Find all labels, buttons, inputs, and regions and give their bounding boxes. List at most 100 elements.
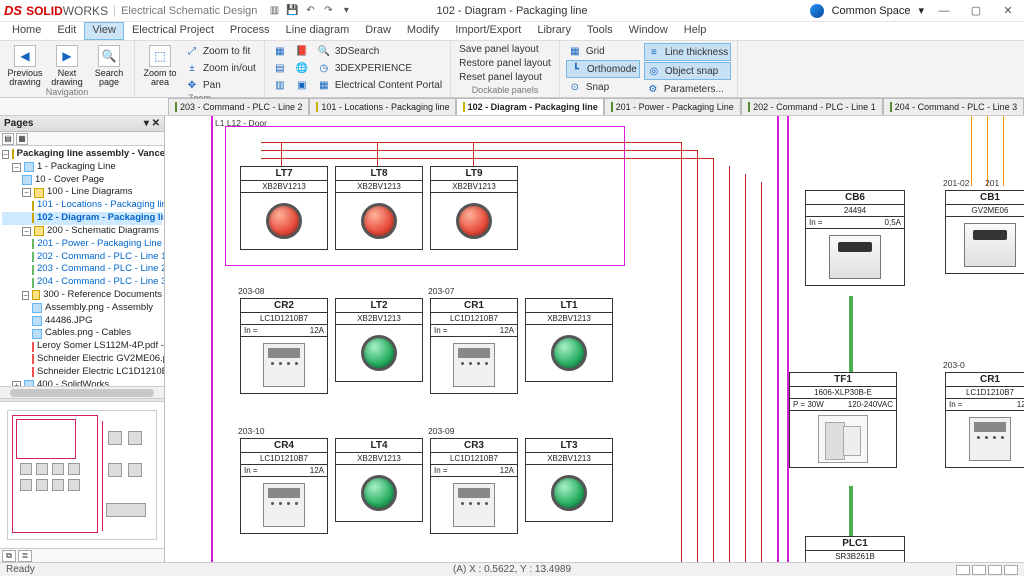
- component-cr1-right[interactable]: CR1 LC1D1210B7 In =12A: [945, 372, 1024, 468]
- pane-menu-icon[interactable]: ▾ ✕: [144, 118, 160, 129]
- menu-home[interactable]: Home: [4, 22, 49, 40]
- common-space-dropdown-icon[interactable]: ▾: [918, 4, 924, 17]
- lamp-green-icon: [361, 335, 397, 371]
- status-ready: Ready: [6, 564, 35, 575]
- reset-panel-button[interactable]: Reset panel layout: [457, 71, 553, 84]
- common-space-label[interactable]: Common Space: [832, 5, 911, 17]
- qat-redo-icon[interactable]: ↷: [321, 4, 335, 18]
- component-cb1[interactable]: CB1 GV2ME06: [945, 190, 1024, 274]
- menu-library[interactable]: Library: [529, 22, 579, 40]
- globe-small-icon[interactable]: 🌐: [293, 60, 311, 76]
- menu-tools[interactable]: Tools: [579, 22, 621, 40]
- zoom-inout-button[interactable]: ±Zoom in/out: [183, 60, 258, 76]
- zoom-area-button[interactable]: ⬚Zoom to area: [141, 43, 179, 87]
- menu-electrical-project[interactable]: Electrical Project: [124, 22, 222, 40]
- app-subtitle: Electrical Schematic Design: [114, 5, 257, 17]
- prev-drawing-button[interactable]: ◀Previous drawing: [6, 43, 44, 87]
- pan-button[interactable]: ✥Pan: [183, 77, 258, 93]
- view-mode-icon[interactable]: [972, 565, 986, 575]
- component-lt8[interactable]: LT8 XB2BV1213: [335, 166, 423, 250]
- panel-bottom-buttons: ⧉ ≣: [0, 548, 164, 562]
- close-button[interactable]: ✕: [996, 2, 1020, 20]
- view-mode-icon[interactable]: [988, 565, 1002, 575]
- component-cr4[interactable]: CR4 LC1D1210B7 In =12A: [240, 438, 328, 534]
- menu-draw[interactable]: Draw: [357, 22, 399, 40]
- component-lt1[interactable]: LT1 XB2BV1213: [525, 298, 613, 382]
- doc-icon[interactable]: ▣: [293, 77, 311, 93]
- search-page-button[interactable]: 🔍Search page: [90, 43, 128, 87]
- component-lt2[interactable]: LT2 XB2BV1213: [335, 298, 423, 382]
- minimize-button[interactable]: —: [932, 2, 956, 20]
- component-tf1[interactable]: TF1 1606-XLP30B-E P = 30W120-240VAC: [789, 372, 897, 468]
- ribbon: ◀Previous drawing ▶Next drawing 🔍Search …: [0, 40, 1024, 98]
- qat-undo-icon[interactable]: ↶: [303, 4, 317, 18]
- menu-view[interactable]: View: [84, 22, 124, 40]
- menu-line-diagram[interactable]: Line diagram: [278, 22, 358, 40]
- tab-204[interactable]: 204 - Command - PLC - Line 3×: [883, 98, 1024, 115]
- grid-toggle[interactable]: ▦Grid: [566, 43, 640, 59]
- qat-new-icon[interactable]: ▥: [267, 4, 281, 18]
- save-panel-button[interactable]: Save panel layout: [457, 43, 553, 56]
- tree-scrollbar[interactable]: [0, 386, 164, 398]
- project-tree[interactable]: −Packaging line assembly - Vance −1 - Pa…: [0, 146, 164, 386]
- tab-203[interactable]: 203 - Command - PLC - Line 2×: [168, 98, 309, 115]
- pages-panel: Pages▾ ✕ ▤▦ −Packaging line assembly - V…: [0, 116, 165, 562]
- component-cr2[interactable]: CR2 LC1D1210B7 In =12A: [240, 298, 328, 394]
- lamp-green-icon: [551, 475, 587, 511]
- object-snap-toggle[interactable]: ◎Object snap: [644, 62, 731, 80]
- component-cr3[interactable]: CR3 LC1D1210B7 In =12A: [430, 438, 518, 534]
- qat-save-icon[interactable]: 💾: [285, 4, 299, 18]
- ortho-toggle[interactable]: ┗Orthomode: [566, 60, 640, 78]
- app-brand: DS SOLIDWORKS: [4, 3, 108, 18]
- menu-edit[interactable]: Edit: [49, 22, 84, 40]
- zoom-fit-button[interactable]: ⤢Zoom to fit: [183, 43, 258, 59]
- component-cb6[interactable]: CB6 24494 In =0,5A: [805, 190, 905, 286]
- parameters-button[interactable]: ⚙Parameters...: [644, 81, 731, 97]
- menu-process[interactable]: Process: [222, 22, 278, 40]
- menu-help[interactable]: Help: [676, 22, 715, 40]
- view-mode-icon[interactable]: [1004, 565, 1018, 575]
- sort-icon[interactable]: ≣: [18, 550, 32, 562]
- menu-modify[interactable]: Modify: [399, 22, 447, 40]
- title-bar: DS SOLIDWORKS Electrical Schematic Desig…: [0, 0, 1024, 22]
- menu-bar: Home Edit View Electrical Project Proces…: [0, 22, 1024, 40]
- menu-import-export[interactable]: Import/Export: [447, 22, 529, 40]
- tool-icon[interactable]: ▤: [2, 133, 14, 145]
- breaker-icon: [829, 235, 881, 279]
- grid-icon-c[interactable]: ▥: [271, 77, 289, 93]
- tab-201[interactable]: 201 - Power - Packaging Line×: [604, 98, 742, 115]
- component-lt4[interactable]: LT4 XB2BV1213: [335, 438, 423, 522]
- filter-icon[interactable]: ⧉: [2, 550, 16, 562]
- drawing-canvas[interactable]: L1 L12 - Door: [165, 116, 1024, 562]
- menu-window[interactable]: Window: [621, 22, 676, 40]
- page-thumbnail[interactable]: [0, 402, 164, 548]
- line-thickness-toggle[interactable]: ≡Line thickness: [644, 43, 731, 61]
- qat-dropdown-icon[interactable]: ▾: [339, 4, 353, 18]
- tab-102[interactable]: 102 - Diagram - Packaging line×: [456, 98, 604, 115]
- component-plc1[interactable]: PLC1 SR3B261B: [805, 536, 905, 562]
- grid-icon-a[interactable]: ▦: [271, 43, 289, 59]
- component-lt3[interactable]: LT3 XB2BV1213: [525, 438, 613, 522]
- restore-panel-button[interactable]: Restore panel layout: [457, 57, 553, 70]
- book-icon[interactable]: 📕: [293, 43, 311, 59]
- component-lt9[interactable]: LT9 XB2BV1213: [430, 166, 518, 250]
- tab-101[interactable]: 101 - Locations - Packaging line×: [309, 98, 455, 115]
- next-drawing-button[interactable]: ▶Next drawing: [48, 43, 86, 87]
- 3dexperience-button[interactable]: ◷3DEXPERIENCE: [315, 60, 444, 76]
- 3dsearch-button[interactable]: 🔍3DSearch: [315, 43, 444, 59]
- content-portal-button[interactable]: ▦Electrical Content Portal: [315, 77, 444, 93]
- lamp-green-icon: [551, 335, 587, 371]
- maximize-button[interactable]: ▢: [964, 2, 988, 20]
- pages-pane-header[interactable]: Pages▾ ✕: [0, 116, 164, 132]
- globe-icon[interactable]: [810, 4, 824, 18]
- lamp-red-icon: [266, 203, 302, 239]
- component-cr1[interactable]: CR1 LC1D1210B7 In =12A: [430, 298, 518, 394]
- snap-toggle[interactable]: ⊙Snap: [566, 79, 640, 95]
- grid-icon-b[interactable]: ▤: [271, 60, 289, 76]
- panel-group-label: Dockable panels: [457, 85, 553, 95]
- component-lt7[interactable]: LT7 XB2BV1213: [240, 166, 328, 250]
- ds-logo: DS: [4, 3, 22, 18]
- tab-202[interactable]: 202 - Command - PLC - Line 1×: [741, 98, 882, 115]
- tool-icon[interactable]: ▦: [16, 133, 28, 145]
- view-mode-icon[interactable]: [956, 565, 970, 575]
